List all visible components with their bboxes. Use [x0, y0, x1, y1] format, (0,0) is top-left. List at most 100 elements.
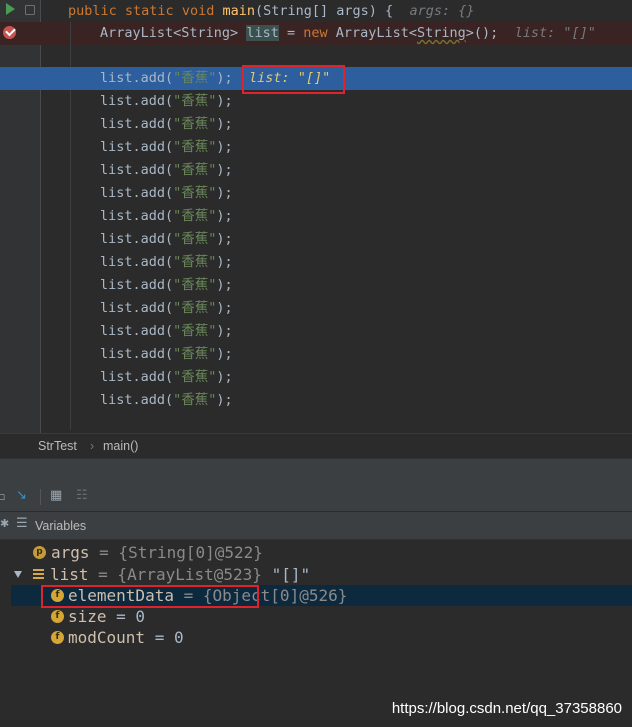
- inline-debug-hint-args: args: {}: [409, 3, 475, 19]
- string-arg: "香蕉": [173, 254, 217, 270]
- code-text: list.add("香蕉");: [100, 366, 233, 389]
- call-prefix: list.add(: [100, 116, 174, 132]
- string-arg: "香蕉": [173, 116, 217, 132]
- string-arg: "香蕉": [173, 369, 217, 385]
- code-text: list.add("香蕉");: [100, 297, 233, 320]
- call-prefix: list.add(: [100, 323, 174, 339]
- fold-icon[interactable]: [25, 5, 35, 15]
- code-line-main-signature[interactable]: public static void main(String[] args) {…: [0, 0, 632, 23]
- variable-row-modcount[interactable]: f modCount = 0: [11, 627, 632, 648]
- variable-value: = 0: [145, 628, 184, 647]
- variable-name: args: [51, 543, 90, 562]
- method-name: main: [222, 3, 256, 19]
- call-prefix: list.add(: [100, 93, 174, 109]
- keyword-new: new: [303, 25, 328, 41]
- variables-list-icon: ☰: [16, 516, 28, 531]
- field-badge-icon: f: [51, 631, 64, 644]
- code-text: list.add("香蕉");: [100, 182, 233, 205]
- call-suffix: );: [216, 369, 233, 385]
- call-suffix: );: [216, 231, 233, 247]
- run-to-cursor-icon[interactable]: ↘: [16, 488, 27, 503]
- variable-display-value: "[]": [271, 565, 311, 584]
- code-text: list.add("香蕉");: [100, 113, 233, 136]
- code-editor[interactable]: public static void main(String[] args) {…: [0, 0, 632, 433]
- partial-step-icon[interactable]: ▫: [0, 490, 5, 503]
- inline-debug-hint-list: list: "[]": [514, 25, 596, 41]
- call-prefix: list.add(: [100, 185, 174, 201]
- code-text: list.add("香蕉");: [100, 343, 233, 366]
- constructor: ArrayList<: [327, 25, 418, 41]
- variable-name: modCount: [68, 628, 146, 647]
- code-text: list.add("香蕉");: [100, 159, 233, 182]
- call-prefix: list.add(: [100, 254, 174, 270]
- field-badge-icon: f: [51, 610, 64, 623]
- code-line-add[interactable]: list.add("香蕉");: [0, 159, 632, 182]
- code-line-list-declaration[interactable]: ArrayList<String> list = new ArrayList<S…: [0, 22, 632, 45]
- variable-name: list: [50, 565, 89, 584]
- statement-end: >();: [465, 25, 499, 41]
- call-suffix: );: [216, 185, 233, 201]
- code-line-add[interactable]: list.add("香蕉");: [0, 251, 632, 274]
- breadcrumb-separator: ›: [90, 439, 95, 453]
- call-prefix: list.add(: [100, 139, 174, 155]
- call-suffix: );: [216, 323, 233, 339]
- string-arg: "香蕉": [173, 208, 217, 224]
- code-line-add[interactable]: list.add("香蕉");: [0, 366, 632, 389]
- frames-icon[interactable]: ☷: [76, 488, 88, 503]
- variables-panel-header: ✱ ☰ Variables: [0, 512, 632, 540]
- code-line-add[interactable]: list.add("香蕉");: [0, 136, 632, 159]
- string-arg: "香蕉": [173, 323, 217, 339]
- string-arg: "香蕉": [173, 231, 217, 247]
- code-line-add[interactable]: list.add("香蕉");: [0, 205, 632, 228]
- code-line-add[interactable]: list.add("香蕉");: [0, 297, 632, 320]
- debug-panel-header: [0, 458, 632, 486]
- variable-list[interactable]: list: [246, 25, 279, 41]
- code-line-add[interactable]: list.add("香蕉");: [0, 343, 632, 366]
- string-arg: "香蕉": [173, 185, 217, 201]
- annotation-highlight-box: [41, 585, 259, 608]
- variable-value: = {ArrayList@523}: [88, 565, 272, 584]
- breadcrumb-class[interactable]: StrTest: [38, 439, 77, 453]
- code-line-add[interactable]: list.add("香蕉");: [0, 228, 632, 251]
- call-suffix: );: [216, 116, 233, 132]
- variable-row-args[interactable]: p args = {String[0]@522}: [11, 542, 632, 563]
- code-line-add[interactable]: list.add("香蕉");: [0, 182, 632, 205]
- breadcrumb-method[interactable]: main(): [103, 439, 138, 453]
- call-suffix: );: [216, 254, 233, 270]
- code-text: list.add("香蕉");: [100, 274, 233, 297]
- code-line-add[interactable]: list.add("香蕉");: [0, 113, 632, 136]
- code-text: list.add("香蕉");: [100, 389, 233, 412]
- operator: =: [278, 25, 304, 41]
- call-prefix: list.add(: [100, 70, 174, 86]
- call-prefix: list.add(: [100, 208, 174, 224]
- code-line-add[interactable]: list.add("香蕉");: [0, 320, 632, 343]
- call-prefix: list.add(: [100, 392, 174, 408]
- call-suffix: );: [216, 162, 233, 178]
- table-view-icon[interactable]: ▦: [50, 488, 62, 503]
- call-prefix: list.add(: [100, 369, 174, 385]
- expand-arrow-icon[interactable]: [14, 571, 22, 578]
- string-arg: "香蕉": [173, 162, 217, 178]
- code-text: list.add("香蕉");: [100, 320, 233, 343]
- breadcrumb: StrTest › main(): [0, 433, 632, 459]
- call-prefix: list.add(: [100, 162, 174, 178]
- run-arrow-icon[interactable]: [6, 3, 15, 15]
- string-arg: "香蕉": [173, 277, 217, 293]
- keyword-static: static: [124, 3, 174, 19]
- settings-icon[interactable]: ✱: [0, 517, 9, 530]
- keyword-public: public: [68, 3, 117, 19]
- variable-row-size[interactable]: f size = 0: [11, 606, 632, 627]
- code-line-add[interactable]: list.add("香蕉");: [0, 274, 632, 297]
- code-text: list.add("香蕉");: [100, 251, 233, 274]
- call-prefix: list.add(: [100, 231, 174, 247]
- code-line-add[interactable]: list.add("香蕉");: [0, 389, 632, 412]
- variable-row-list[interactable]: list = {ArrayList@523} "[]": [11, 564, 632, 585]
- string-arg: "香蕉": [173, 346, 217, 362]
- variable-value: = 0: [106, 607, 146, 626]
- breakpoint-icon[interactable]: [3, 25, 16, 39]
- type-name: ArrayList<String>: [100, 25, 247, 41]
- call-prefix: list.add(: [100, 346, 174, 362]
- list-field-icon: [33, 569, 44, 580]
- annotation-highlight-box: [242, 65, 345, 94]
- string-arg: "香蕉": [173, 93, 217, 109]
